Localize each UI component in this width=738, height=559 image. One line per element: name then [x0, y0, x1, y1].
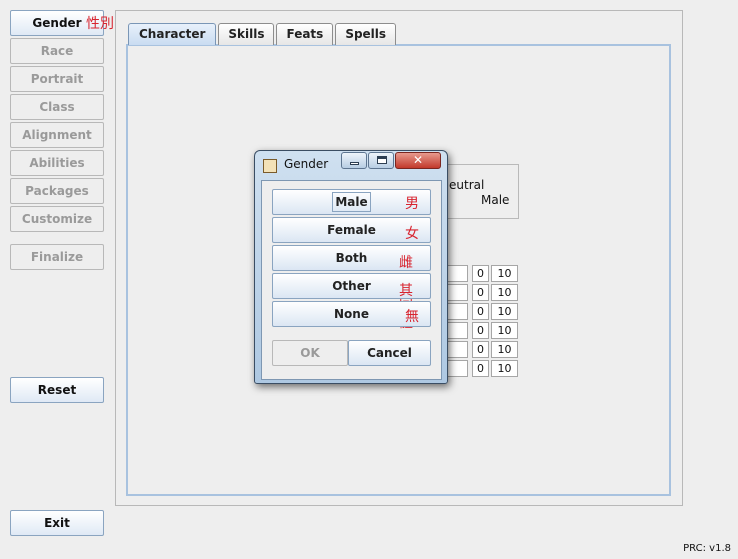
exit-button[interactable]: Exit	[10, 510, 104, 536]
portrait-button[interactable]: Portrait	[10, 66, 104, 92]
none-label: None	[334, 307, 369, 321]
both-label: Both	[335, 251, 368, 265]
tab-spells[interactable]: Spells	[335, 23, 397, 45]
stat-value: 10	[491, 265, 518, 282]
race-button-label: Race	[40, 44, 74, 58]
stat-field	[446, 265, 468, 282]
tab-feats-label: Feats	[286, 27, 324, 41]
ok-button[interactable]: OK	[272, 340, 348, 366]
customize-button[interactable]: Customize	[10, 206, 104, 232]
packages-button-label: Packages	[25, 184, 89, 198]
stat-field	[446, 322, 468, 339]
maximize-button[interactable]	[368, 152, 394, 169]
java-app-icon	[263, 159, 277, 173]
stat-field	[446, 303, 468, 320]
close-button[interactable]: ✕	[395, 152, 441, 169]
cancel-label: Cancel	[367, 346, 412, 360]
abilities-button-label: Abilities	[29, 156, 85, 170]
portrait-button-label: Portrait	[30, 72, 84, 86]
tab-skills-label: Skills	[228, 27, 265, 41]
gender-button-label: Gender	[32, 16, 82, 30]
stat-value: 10	[491, 284, 518, 301]
stat-field	[446, 341, 468, 358]
alignment-button[interactable]: Alignment	[10, 122, 104, 148]
ok-label: OK	[300, 346, 320, 360]
minimize-button[interactable]	[341, 152, 367, 169]
finalize-button-label: Finalize	[30, 250, 84, 264]
stat-value: 10	[491, 322, 518, 339]
stat-value: 10	[491, 360, 518, 377]
male-annotation: 男	[405, 196, 419, 212]
exit-button-label: Exit	[44, 516, 70, 530]
none-annotation: 無	[405, 309, 419, 325]
tab-character-label: Character	[139, 27, 206, 41]
tab-skills[interactable]: Skills	[218, 23, 275, 45]
class-button[interactable]: Class	[10, 94, 104, 120]
version-label: PRC: v1.8	[683, 543, 731, 554]
tab-spells-label: Spells	[345, 27, 387, 41]
stat-value: 10	[491, 341, 518, 358]
female-annotation: 女	[405, 226, 419, 242]
tab-character[interactable]: Character	[128, 23, 217, 45]
stat-modifier: 0	[472, 303, 489, 320]
dialog-title: Gender	[284, 157, 329, 171]
customize-button-label: Customize	[21, 212, 93, 226]
minimize-icon	[350, 162, 359, 165]
gender-annotation: 性別	[86, 16, 114, 32]
alignment-button-label: Alignment	[22, 128, 92, 142]
close-icon: ✕	[412, 153, 424, 167]
finalize-button[interactable]: Finalize	[10, 244, 104, 270]
stat-modifier: 0	[472, 322, 489, 339]
female-label: Female	[327, 223, 376, 237]
stat-field	[446, 284, 468, 301]
gender-text: Male	[481, 193, 510, 207]
stat-value: 10	[491, 303, 518, 320]
stat-modifier: 0	[472, 341, 489, 358]
stat-modifier: 0	[472, 284, 489, 301]
male-label: Male	[332, 192, 371, 212]
cancel-button[interactable]: Cancel	[348, 340, 431, 366]
tab-bar: Character Skills Feats Spells	[128, 23, 397, 45]
stat-field	[446, 360, 468, 377]
reset-button-label: Reset	[37, 383, 77, 397]
reset-button[interactable]: Reset	[10, 377, 104, 403]
packages-button[interactable]: Packages	[10, 178, 104, 204]
alignment-text: eutral	[449, 178, 485, 192]
class-button-label: Class	[39, 100, 75, 114]
stat-modifier: 0	[472, 360, 489, 377]
abilities-button[interactable]: Abilities	[10, 150, 104, 176]
race-button[interactable]: Race	[10, 38, 104, 64]
other-label: Other	[332, 279, 371, 293]
stat-modifier: 0	[472, 265, 489, 282]
maximize-icon	[377, 156, 387, 164]
tab-feats[interactable]: Feats	[276, 23, 334, 45]
